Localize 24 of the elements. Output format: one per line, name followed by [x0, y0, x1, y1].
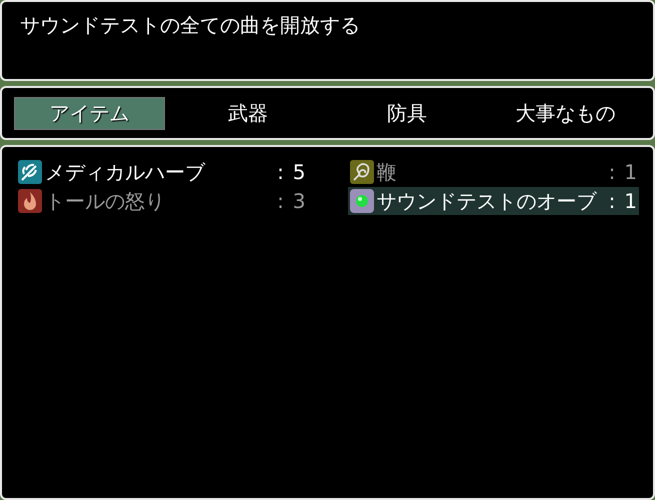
item-separator: :: [608, 189, 616, 213]
item-count: 1: [623, 160, 637, 184]
category-tab[interactable]: 防具: [332, 96, 482, 130]
orb-icon: [350, 189, 374, 213]
item-row[interactable]: 鞭 : 1: [348, 158, 639, 186]
item-separator: :: [276, 160, 285, 184]
item-row[interactable]: サウンドテストのオーブ : 1: [348, 187, 639, 215]
item-count: 5: [292, 160, 306, 184]
flame-icon: [18, 189, 42, 213]
item-count: 1: [623, 189, 637, 213]
category-tab[interactable]: アイテム: [14, 96, 165, 130]
help-text: サウンドテストの全ての曲を開放する: [20, 13, 360, 37]
item-name: トールの怒り: [45, 188, 166, 214]
item-row[interactable]: メディカルハーブ : 5: [16, 158, 308, 186]
category-tab[interactable]: 武器: [172, 96, 324, 130]
whip-icon: [350, 160, 374, 184]
item-name: サウンドテストのオーブ: [376, 188, 598, 214]
item-separator: :: [276, 189, 285, 213]
item-row[interactable]: トールの怒り : 3: [16, 187, 308, 215]
item-name: 鞭: [376, 158, 398, 186]
category-tab[interactable]: 大事なもの: [490, 96, 641, 130]
item-separator: :: [608, 160, 616, 184]
item-name: メディカルハーブ: [45, 158, 206, 186]
item-count: 3: [292, 189, 306, 213]
